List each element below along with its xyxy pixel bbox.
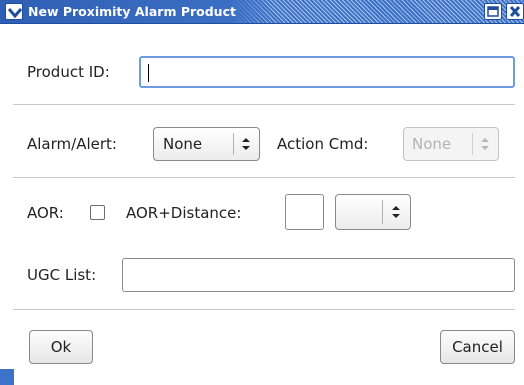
alarm-alert-value: None bbox=[163, 135, 203, 153]
maximize-button[interactable] bbox=[484, 3, 502, 20]
ugc-list-label: UGC List: bbox=[27, 266, 97, 284]
separator bbox=[13, 104, 515, 106]
title-bar[interactable]: New Proximity Alarm Product bbox=[0, 0, 524, 24]
chevron-down-icon bbox=[8, 8, 22, 18]
close-icon bbox=[509, 6, 521, 17]
text-caret bbox=[148, 64, 149, 82]
combo-divider bbox=[233, 133, 234, 155]
combo-divider bbox=[472, 133, 473, 155]
window-title: New Proximity Alarm Product bbox=[28, 4, 236, 19]
product-id-input[interactable] bbox=[139, 56, 515, 88]
close-button[interactable] bbox=[506, 3, 524, 20]
action-cmd-value: None bbox=[412, 135, 452, 153]
aor-checkbox[interactable] bbox=[90, 205, 105, 220]
alarm-alert-label: Alarm/Alert: bbox=[27, 135, 117, 153]
updown-arrows-icon bbox=[392, 206, 400, 218]
aor-distance-label: AOR+Distance: bbox=[126, 204, 242, 222]
alarm-alert-select[interactable]: None bbox=[153, 127, 260, 161]
ugc-list-input[interactable] bbox=[122, 258, 515, 292]
aor-label: AOR: bbox=[27, 204, 64, 222]
separator bbox=[13, 177, 515, 179]
updown-arrows-icon bbox=[242, 138, 250, 150]
maximize-icon bbox=[487, 6, 499, 17]
cancel-button[interactable]: Cancel bbox=[440, 330, 515, 364]
product-id-label: Product ID: bbox=[27, 63, 110, 81]
updown-arrows-icon bbox=[481, 138, 489, 150]
window-frame-edge bbox=[0, 369, 14, 385]
aor-distance-unit-select[interactable] bbox=[335, 194, 411, 230]
window-menu-button[interactable] bbox=[5, 3, 23, 20]
new-proximity-alarm-dialog: New Proximity Alarm Product Product ID: … bbox=[0, 0, 524, 385]
ok-button[interactable]: Ok bbox=[29, 330, 93, 364]
action-cmd-select[interactable]: None bbox=[403, 127, 499, 161]
combo-divider bbox=[382, 200, 383, 224]
action-cmd-label: Action Cmd: bbox=[277, 135, 369, 153]
separator bbox=[13, 309, 515, 311]
aor-distance-input[interactable] bbox=[285, 194, 324, 230]
